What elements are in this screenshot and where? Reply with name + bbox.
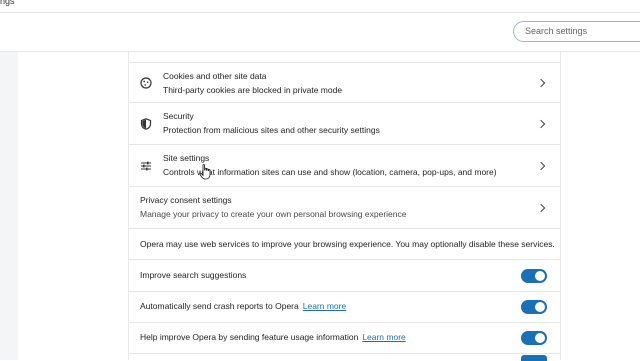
toggle-label: Help improve Opera by sending feature us…	[140, 332, 359, 342]
site-settings-subtitle: Controls what information sites can use …	[163, 167, 497, 177]
search-field[interactable]	[513, 21, 640, 42]
window-title-bar: ngs	[0, 0, 640, 13]
cookie-icon	[140, 77, 152, 89]
security-subtitle: Protection from malicious sites and othe…	[163, 125, 380, 135]
services-notice: Opera may use web services to improve yo…	[140, 239, 555, 249]
security-title: Security	[163, 111, 194, 121]
sliders-icon	[141, 161, 151, 171]
privacy-consent-row[interactable]: Privacy consent settings Manage your pri…	[129, 188, 560, 229]
toggle-label: Improve search suggestions	[140, 270, 247, 280]
site-settings-title: Site settings	[163, 153, 210, 163]
toggle-label: Automatically send crash reports to Oper…	[140, 301, 299, 311]
search-suggestions-row: Improve search suggestions	[129, 261, 560, 292]
toggle-knob	[535, 333, 545, 343]
chevron-right-icon	[536, 78, 546, 88]
shield-icon	[140, 118, 152, 130]
learn-more-link[interactable]: Learn more	[362, 332, 405, 342]
privacy-consent-title: Privacy consent settings	[140, 195, 232, 205]
search-input[interactable]	[525, 26, 640, 36]
chevron-right-icon	[536, 119, 546, 129]
services-notice-row: Opera may use web services to improve yo…	[129, 230, 560, 260]
feature-usage-row: Help improve Opera by sending feature us…	[129, 323, 560, 354]
chevron-right-icon	[536, 161, 546, 171]
privacy-security-panel: Cookies and other site data Third-party …	[128, 52, 561, 361]
toggle-label-wrap: Automatically send crash reports to Oper…	[140, 301, 346, 311]
search-suggestions-toggle[interactable]	[521, 269, 547, 283]
learn-more-link[interactable]: Learn more	[303, 301, 346, 311]
cookies-subtitle: Third-party cookies are blocked in priva…	[163, 85, 343, 95]
toggle-label-wrap: Help improve Opera by sending feature us…	[140, 332, 406, 342]
window-title: ngs	[0, 0, 15, 6]
chevron-right-icon	[536, 203, 546, 213]
feature-usage-toggle[interactable]	[521, 331, 547, 345]
site-settings-row[interactable]: Site settings Controls what information …	[129, 146, 560, 187]
mouse-cursor-icon	[199, 164, 211, 180]
cookies-title: Cookies and other site data	[163, 71, 267, 81]
cookies-row[interactable]: Cookies and other site data Third-party …	[129, 62, 560, 103]
privacy-consent-subtitle: Manage your privacy to create your own p…	[140, 209, 407, 219]
toggle-knob	[535, 302, 545, 312]
security-row[interactable]: Security Protection from malicious sites…	[129, 104, 560, 145]
crash-reports-row: Automatically send crash reports to Oper…	[129, 292, 560, 323]
next-toggle-partial[interactable]	[521, 355, 547, 361]
left-gutter	[0, 52, 18, 360]
crash-reports-toggle[interactable]	[521, 300, 547, 314]
toggle-knob	[535, 271, 545, 281]
